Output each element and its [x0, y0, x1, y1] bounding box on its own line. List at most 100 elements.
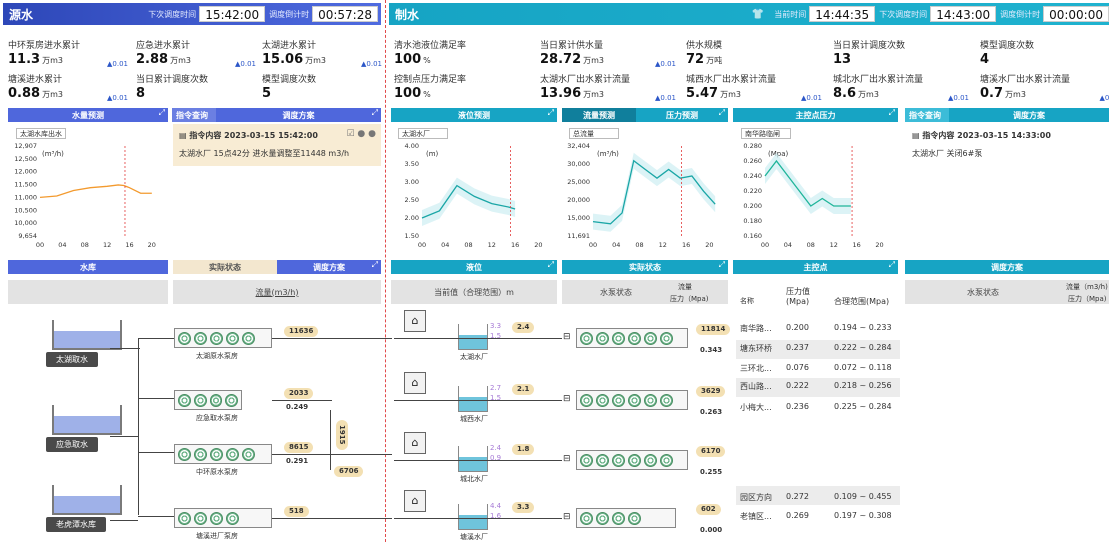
pump-icon[interactable] — [178, 393, 191, 407]
expand-icon[interactable]: ⤢ — [372, 260, 378, 270]
reservoir-label[interactable]: 太湖取水 — [46, 352, 98, 367]
pump-room[interactable] — [174, 508, 272, 528]
pump-icon[interactable] — [209, 393, 223, 407]
pump-room[interactable] — [174, 328, 272, 348]
expand-icon[interactable]: ⤢ — [719, 108, 725, 118]
pump-icon[interactable] — [226, 331, 239, 345]
pump-icon[interactable] — [628, 453, 641, 467]
expand-icon[interactable]: ⤢ — [719, 260, 725, 270]
clear-water-tank-icon[interactable] — [458, 504, 488, 530]
pump-icon[interactable] — [660, 393, 673, 407]
pump-icon[interactable] — [193, 393, 207, 407]
pump-group[interactable] — [576, 328, 688, 348]
pump-icon[interactable] — [194, 331, 207, 345]
pump-icon[interactable] — [210, 447, 223, 461]
water-forecast-select[interactable]: 太湖水库出水 — [16, 128, 66, 139]
pump-room[interactable] — [174, 444, 272, 464]
pump-icon[interactable] — [580, 331, 593, 345]
pump-icon[interactable] — [194, 447, 207, 461]
tab-pressure-forecast[interactable]: 压力预测 ⤢ — [636, 108, 728, 122]
expand-icon[interactable]: ⤢ — [548, 108, 554, 118]
tab-water-forecast[interactable]: 水量预测 ⤢ — [8, 108, 168, 122]
pump-icon[interactable] — [178, 447, 191, 461]
x-tick-label: 04 — [58, 241, 66, 249]
dispatch-plan-bar[interactable]: 调度方案 ⤢ — [277, 260, 381, 274]
pump-icon[interactable] — [242, 447, 255, 461]
tab-level-forecast[interactable]: 液位预测 ⤢ — [391, 108, 557, 122]
pump-icon[interactable] — [612, 511, 625, 525]
pump-icon[interactable] — [644, 453, 657, 467]
pump-icon[interactable] — [178, 511, 191, 525]
expand-icon[interactable]: ⤢ — [889, 108, 895, 118]
reservoir-label[interactable]: 应急取水 — [46, 437, 98, 452]
minus-icon[interactable]: ⊟ — [563, 394, 571, 404]
pump-icon[interactable] — [612, 331, 625, 345]
plant-building-icon[interactable]: ⌂ — [404, 432, 426, 454]
pump-icon[interactable] — [225, 393, 238, 407]
pump-icon[interactable] — [194, 511, 207, 525]
expand-icon[interactable]: ⤢ — [889, 260, 895, 270]
command-actions[interactable]: ☑ ● ● — [347, 129, 377, 139]
stat-tile: 城西水厂出水累计流量 5.47 万m3 ▲0.01 — [686, 72, 826, 106]
pump-icon[interactable] — [226, 511, 239, 525]
header-title: 制水 — [395, 7, 420, 22]
tab-flow-forecast[interactable]: 流量预测 — [562, 108, 636, 122]
x-tick-label: 08 — [464, 241, 472, 249]
pump-icon[interactable] — [596, 511, 609, 525]
pump-icon[interactable] — [596, 453, 609, 467]
pump-icon[interactable] — [628, 331, 641, 345]
pump-group[interactable] — [576, 450, 688, 470]
pump-icon[interactable] — [596, 393, 609, 407]
pump-icon[interactable] — [660, 331, 673, 345]
pump-icon[interactable] — [644, 393, 657, 407]
pump-icon[interactable] — [210, 511, 223, 525]
countdown-value: 00:57:28 — [312, 6, 378, 22]
pump-icon[interactable] — [178, 331, 191, 345]
tab-command-query[interactable]: 指令查询 — [172, 108, 216, 122]
level-forecast-select[interactable]: 太湖水厂 — [398, 128, 448, 139]
pump-icon[interactable] — [580, 393, 593, 407]
pump-icon[interactable] — [644, 331, 657, 345]
pump-group[interactable] — [576, 508, 676, 528]
pump-icon[interactable] — [226, 447, 239, 461]
pump-icon[interactable] — [660, 453, 673, 467]
clear-water-tank-icon[interactable] — [458, 324, 488, 350]
pump-icon[interactable] — [210, 331, 223, 345]
stat-tile: 塘溪水厂出水累计流量0.7万m3▲0.0 — [980, 72, 1109, 106]
pressure-forecast-select[interactable]: 南华路临闸 — [741, 128, 791, 139]
reservoir-label[interactable]: 老虎潭水库 — [46, 517, 106, 532]
pump-icon[interactable] — [580, 453, 593, 467]
pump-icon[interactable] — [242, 331, 255, 345]
clear-water-tank-icon[interactable] — [458, 446, 488, 472]
plant-building-icon[interactable]: ⌂ — [404, 372, 426, 394]
pump-icon[interactable] — [596, 331, 609, 345]
tab-dispatch-plan[interactable]: 调度方案 ⤢ — [216, 108, 381, 122]
stat-tile: 城北水厂出水累计流量 8.6 万m3 ▲0.01 — [833, 72, 973, 106]
pump-icon[interactable] — [612, 453, 625, 467]
minus-icon[interactable]: ⊟ — [563, 454, 571, 464]
plant-building-icon[interactable]: ⌂ — [404, 310, 426, 332]
stat-label: 城北水厂出水累计流量 — [833, 75, 924, 85]
tab-command-query-2[interactable]: 指令查询 — [905, 108, 949, 122]
pump-icon[interactable] — [580, 511, 593, 525]
minus-icon[interactable]: ⊟ — [563, 332, 571, 342]
y-tick-label: 9,654 — [18, 232, 37, 240]
expand-icon[interactable]: ⤢ — [372, 108, 378, 118]
pump-icon[interactable] — [612, 393, 625, 407]
tab-dispatch-plan-2[interactable]: 调度方案 — [949, 108, 1109, 122]
pump-room-label: 太湖原水泵房 — [196, 352, 238, 360]
tab-main-pressure[interactable]: 主控点压力 ⤢ — [733, 108, 898, 122]
flow-forecast-select[interactable]: 总流量 — [569, 128, 619, 139]
plant-building-icon[interactable]: ⌂ — [404, 490, 426, 512]
y-tick-label: 30,000 — [567, 160, 590, 168]
pump-icon[interactable] — [628, 511, 641, 525]
pump-icon[interactable] — [628, 393, 641, 407]
stat-number: 13 — [833, 52, 852, 67]
minus-icon[interactable]: ⊟ — [563, 512, 571, 522]
pump-group[interactable] — [576, 390, 688, 410]
expand-icon[interactable]: ⤢ — [548, 260, 554, 270]
pipe — [138, 338, 139, 515]
expand-icon[interactable]: ⤢ — [159, 108, 165, 118]
pump-room[interactable] — [174, 390, 242, 410]
clear-water-tank-icon[interactable] — [458, 386, 488, 412]
